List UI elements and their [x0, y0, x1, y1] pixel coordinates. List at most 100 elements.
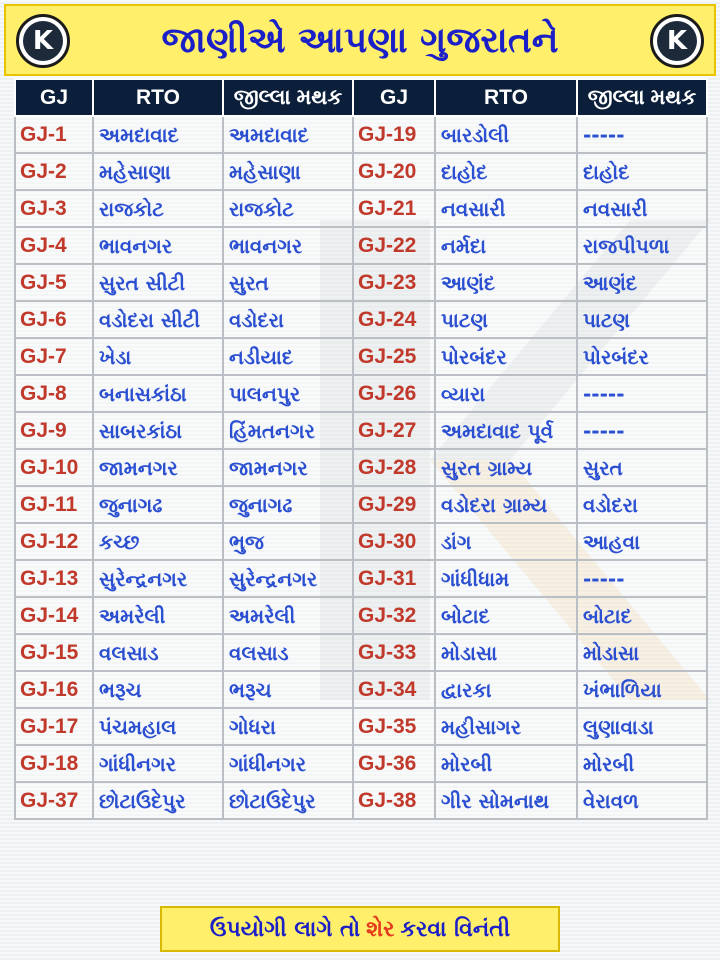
district-code: GJ-33 [352, 633, 436, 672]
rto-name: બારડોલી [434, 115, 578, 154]
district-code: GJ-27 [352, 411, 436, 450]
district-hq: ----- [576, 115, 708, 154]
rto-name: સુરત સીટી [92, 263, 224, 302]
rto-name: બનાસકાંઠા [92, 374, 224, 413]
rto-name: ડાંગ [434, 522, 578, 561]
district-hq: આણંદ [576, 263, 708, 302]
k-logo-icon: K [16, 14, 70, 68]
district-code: GJ-5 [14, 263, 94, 302]
rto-name: અમદાવાદ પૂર્વ [434, 411, 578, 450]
table-header-row: GJ RTO જીલ્લા મથક GJ RTO જીલ્લા મથક [14, 78, 708, 117]
header-banner: K જાણીએ આપણા ગુજરાતને K [4, 4, 716, 76]
rto-name: વલસાડ [92, 633, 224, 672]
column-header: જીલ્લા મથક [222, 78, 354, 117]
table-body: GJ-1 અમદાવાદ અમદાવાદ GJ-19 બારડોલી ----- GJ-2 મ… [14, 115, 708, 820]
k-logo-icon: K [650, 14, 704, 68]
district-hq: અમદાવાદ [222, 115, 354, 154]
rto-table: GJ RTO જીલ્લા મથક GJ RTO જીલ્લા મથક GJ-1… [14, 78, 708, 820]
district-hq: રાજપીપળા [576, 226, 708, 265]
rto-name: મહીસાગર [434, 707, 578, 746]
table-row: GJ-4 ભાવનગર ભાવનગર GJ-22 નર્મદા રાજપીપળા [14, 226, 708, 265]
table-row: GJ-13 સુરેન્દ્રનગર સુરેન્દ્રનગર GJ-31 ગાંધીધ… [14, 559, 708, 598]
table-row: GJ-12 કચ્છ ભુજ GJ-30 ડાંગ આહવા [14, 522, 708, 561]
table-row: GJ-10 જામનગર જામનગર GJ-28 સુરત ગ્રામ્ય સુરત [14, 448, 708, 487]
rto-name: ગીર સોમનાથ [434, 781, 578, 820]
rto-name: અમદાવાદ [92, 115, 224, 154]
district-hq: સુરેન્દ્રનગર [222, 559, 354, 598]
rto-name: જામનગર [92, 448, 224, 487]
district-code: GJ-20 [352, 152, 436, 191]
district-hq: સુરત [222, 263, 354, 302]
district-code: GJ-6 [14, 300, 94, 339]
table-row: GJ-18 ગાંધીનગર ગાંધીનગર GJ-36 મોરબી મોરબી [14, 744, 708, 783]
district-hq: ગોધરા [222, 707, 354, 746]
district-hq: વલસાડ [222, 633, 354, 672]
district-code: GJ-17 [14, 707, 94, 746]
district-code: GJ-31 [352, 559, 436, 598]
rto-name: ખેડા [92, 337, 224, 376]
district-code: GJ-7 [14, 337, 94, 376]
district-hq: ભુજ [222, 522, 354, 561]
district-hq: ----- [576, 559, 708, 598]
column-header: જીલ્લા મથક [576, 78, 708, 117]
district-code: GJ-9 [14, 411, 94, 450]
district-hq: ભાવનગર [222, 226, 354, 265]
table-row: GJ-16 ભરૂચ ભરૂચ GJ-34 દ્વારકા ખંભાળિયા [14, 670, 708, 709]
district-hq: જુનાગઢ [222, 485, 354, 524]
district-hq: મોરબી [576, 744, 708, 783]
district-code: GJ-36 [352, 744, 436, 783]
rto-name: ગાંધીનગર [92, 744, 224, 783]
district-code: GJ-18 [14, 744, 94, 783]
district-hq: ભરૂચ [222, 670, 354, 709]
rto-name: ભાવનગર [92, 226, 224, 265]
rto-name: મહેસાણા [92, 152, 224, 191]
district-code: GJ-38 [352, 781, 436, 820]
district-code: GJ-28 [352, 448, 436, 487]
district-hq: નડીયાદ [222, 337, 354, 376]
district-hq: જામનગર [222, 448, 354, 487]
footer-text: કરવા વિનંતી [400, 916, 511, 942]
rto-name: વ્યારા [434, 374, 578, 413]
district-code: GJ-10 [14, 448, 94, 487]
district-hq: નવસારી [576, 189, 708, 228]
rto-name: ગાંધીધામ [434, 559, 578, 598]
rto-name: જુનાગઢ [92, 485, 224, 524]
table-row: GJ-15 વલસાડ વલસાડ GJ-33 મોડાસા મોડાસા [14, 633, 708, 672]
district-code: GJ-11 [14, 485, 94, 524]
rto-name: પાટણ [434, 300, 578, 339]
district-hq: હિંમતનગર [222, 411, 354, 450]
rto-name: સુરેન્દ્રનગર [92, 559, 224, 598]
district-code: GJ-32 [352, 596, 436, 635]
district-code: GJ-29 [352, 485, 436, 524]
district-code: GJ-30 [352, 522, 436, 561]
table-row: GJ-1 અમદાવાદ અમદાવાદ GJ-19 બારડોલી ----- [14, 115, 708, 154]
column-header: RTO [92, 78, 224, 117]
rto-name: દાહોદ [434, 152, 578, 191]
column-header: RTO [434, 78, 578, 117]
footer-text: ઉપયોગી લાગે તો [209, 916, 361, 942]
district-hq: પાટણ [576, 300, 708, 339]
rto-name: આણંદ [434, 263, 578, 302]
share-word: શેર [366, 916, 395, 942]
district-code: GJ-26 [352, 374, 436, 413]
rto-name: કચ્છ [92, 522, 224, 561]
district-code: GJ-3 [14, 189, 94, 228]
district-code: GJ-37 [14, 781, 94, 820]
district-hq: ----- [576, 374, 708, 413]
district-hq: છોટાઉદેપુર [222, 781, 354, 820]
district-code: GJ-23 [352, 263, 436, 302]
district-code: GJ-34 [352, 670, 436, 709]
district-code: GJ-25 [352, 337, 436, 376]
rto-name: પોરબંદર [434, 337, 578, 376]
rto-name: મોરબી [434, 744, 578, 783]
rto-name: દ્વારકા [434, 670, 578, 709]
district-hq: રાજકોટ [222, 189, 354, 228]
district-code: GJ-35 [352, 707, 436, 746]
district-hq: મોડાસા [576, 633, 708, 672]
district-hq: બોટાદ [576, 596, 708, 635]
table-row: GJ-3 રાજકોટ રાજકોટ GJ-21 નવસારી નવસારી [14, 189, 708, 228]
district-hq: પોરબંદર [576, 337, 708, 376]
rto-name: છોટાઉદેપુર [92, 781, 224, 820]
table-row: GJ-5 સુરત સીટી સુરત GJ-23 આણંદ આણંદ [14, 263, 708, 302]
logo-letter: K [23, 21, 63, 61]
